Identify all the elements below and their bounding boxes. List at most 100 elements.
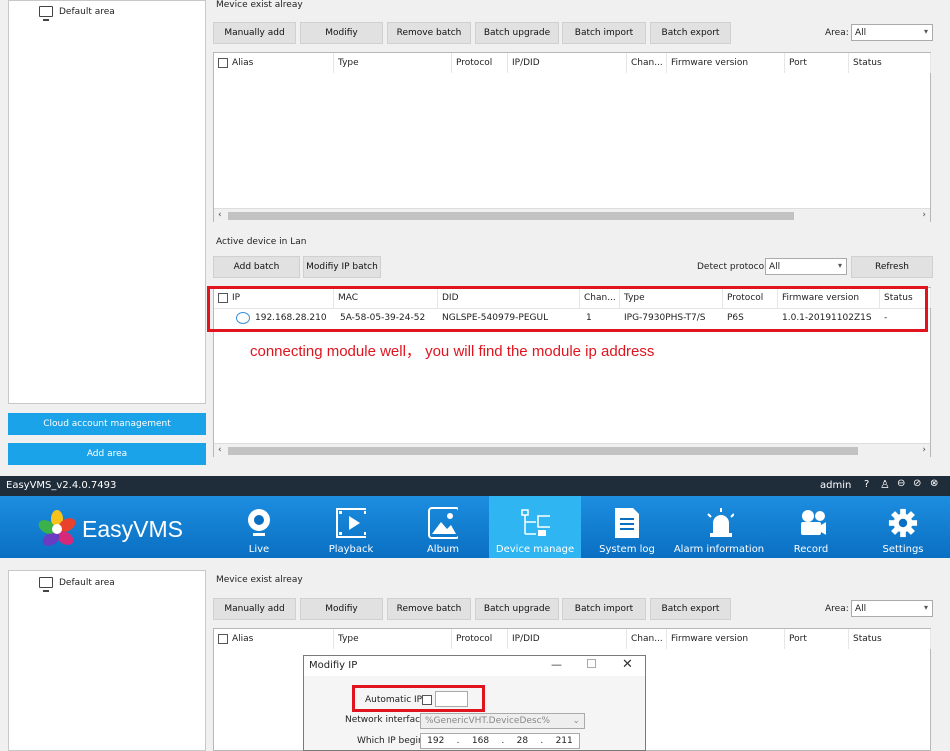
batch-import-button[interactable]: Batch import <box>562 22 646 44</box>
batch-upgrade-button[interactable]: Batch upgrade <box>475 598 559 620</box>
exist-section-label: Mevice exist alreay <box>216 575 303 585</box>
annotation-text: connecting module well， you will find th… <box>250 343 655 360</box>
nav-settings[interactable]: Settings <box>857 496 949 558</box>
chevron-down-icon: ▾ <box>923 603 928 612</box>
column-header-port[interactable]: Port <box>785 53 849 73</box>
column-header-protocol[interactable]: Protocol <box>452 53 508 73</box>
manually-add-button[interactable]: Manually add <box>213 598 296 620</box>
area-label: Area: <box>825 28 849 38</box>
column-header-alias[interactable]: Alias <box>214 53 334 73</box>
batch-upgrade-button[interactable]: Batch upgrade <box>475 22 559 44</box>
highlight-box-automatic-ip <box>352 685 485 712</box>
column-header-protocol[interactable]: Protocol <box>452 629 508 649</box>
area-label: Area: <box>825 604 849 614</box>
column-header-channel[interactable]: Chan... <box>627 629 667 649</box>
scroll-thumb[interactable] <box>228 212 794 220</box>
user-icon[interactable]: ♙ <box>880 478 890 491</box>
select-all-checkbox[interactable] <box>218 58 228 68</box>
minimize-icon[interactable]: — <box>551 658 562 671</box>
column-header-ipdid[interactable]: IP/DID <box>508 629 627 649</box>
column-header-firmware[interactable]: Firmware version <box>667 629 785 649</box>
area-select-value: All <box>855 603 867 614</box>
nav-device-manage[interactable]: Device manage <box>489 496 581 558</box>
brand-logo: EasyVMS <box>38 510 183 548</box>
nav-system-log[interactable]: System log <box>581 496 673 558</box>
column-header-type[interactable]: Type <box>334 53 452 73</box>
refresh-button[interactable]: Refresh <box>851 256 933 278</box>
dialog-title: Modifiy IP <box>309 660 358 671</box>
batch-export-button[interactable]: Batch export <box>650 598 731 620</box>
network-device-icon <box>520 508 550 538</box>
maximize-icon[interactable] <box>587 659 596 668</box>
nav-record[interactable]: Record <box>765 496 857 558</box>
highlight-box-device-row <box>207 286 928 332</box>
ip-octet-2[interactable]: 168 <box>472 736 489 746</box>
nav-album[interactable]: Album <box>397 496 489 558</box>
document-log-icon <box>612 508 642 538</box>
close-icon[interactable]: ⊗ <box>930 478 938 489</box>
minimize-icon[interactable]: ⊖ <box>897 478 905 489</box>
nav-alarm-information[interactable]: Alarm information <box>673 496 765 558</box>
column-header-type[interactable]: Type <box>334 629 452 649</box>
tree-item-default-area[interactable]: Default area <box>35 575 205 592</box>
alarm-light-icon <box>704 508 734 538</box>
close-icon[interactable]: ✕ <box>622 657 633 672</box>
detect-protocol-select[interactable]: All ▾ <box>765 258 847 275</box>
area-select[interactable]: All ▾ <box>851 24 933 41</box>
batch-export-button[interactable]: Batch export <box>650 22 731 44</box>
column-header-firmware[interactable]: Firmware version <box>667 53 785 73</box>
add-batch-button[interactable]: Add batch <box>213 256 300 278</box>
column-header-channel[interactable]: Chan... <box>627 53 667 73</box>
flower-logo-icon <box>38 510 76 546</box>
modify-button[interactable]: Modifiy <box>300 22 383 44</box>
scroll-left-icon[interactable]: ‹ <box>218 210 222 220</box>
main-navbar: EasyVMS Live Playback Album Device manag… <box>0 496 950 558</box>
recorder-icon <box>796 508 826 538</box>
remove-batch-button[interactable]: Remove batch <box>387 22 471 44</box>
ip-octet-1[interactable]: 192 <box>427 736 444 746</box>
area-tree: Default area <box>8 570 206 751</box>
nav-live[interactable]: Live <box>213 496 305 558</box>
ip-octet-4[interactable]: 211 <box>556 736 573 746</box>
app-title: EasyVMS_v2.4.0.7493 <box>6 480 117 491</box>
ip-begin-field[interactable]: 192. 168. 28. 211 <box>420 733 580 749</box>
scroll-right-icon[interactable]: › <box>922 210 926 220</box>
horizontal-scrollbar[interactable]: ‹ › <box>214 208 930 222</box>
monitor-icon <box>39 6 53 21</box>
nav-playback[interactable]: Playback <box>305 496 397 558</box>
cloud-account-button[interactable]: Cloud account management <box>8 413 206 435</box>
exist-device-table: Alias Type Protocol IP/DID Chan... Firmw… <box>213 52 931 222</box>
add-area-button[interactable]: Add area <box>8 443 206 465</box>
area-select[interactable]: All ▾ <box>851 600 933 617</box>
column-header-status[interactable]: Status <box>849 629 931 649</box>
tree-item-default-area[interactable]: Default area <box>35 4 205 21</box>
select-all-checkbox[interactable] <box>218 634 228 644</box>
detect-protocol-value: All <box>769 261 781 272</box>
network-interface-select[interactable]: %GenericVHT.DeviceDesc% ⌄ <box>420 713 585 729</box>
modify-ip-dialog: Modifiy IP — ✕ Automatic IP Network inte… <box>303 655 646 751</box>
tree-item-label: Default area <box>59 6 115 17</box>
scroll-right-icon[interactable]: › <box>922 445 926 455</box>
manually-add-button[interactable]: Manually add <box>213 22 296 44</box>
remove-batch-button[interactable]: Remove batch <box>387 598 471 620</box>
column-header-port[interactable]: Port <box>785 629 849 649</box>
modify-ip-batch-button[interactable]: Modifiy IP batch <box>303 256 381 278</box>
ip-octet-3[interactable]: 28 <box>517 736 528 746</box>
help-icon[interactable]: ? <box>864 479 869 490</box>
column-header-status[interactable]: Status <box>849 53 931 73</box>
horizontal-scrollbar[interactable]: ‹ › <box>214 443 930 457</box>
scroll-thumb[interactable] <box>228 447 858 455</box>
which-ip-begin-label: Which IP begin <box>357 736 424 746</box>
tree-item-label: Default area <box>59 577 115 588</box>
dialog-title-bar: Modifiy IP — ✕ <box>304 656 645 676</box>
monitor-icon <box>39 577 53 592</box>
film-play-icon <box>336 508 366 538</box>
chevron-down-icon: ▾ <box>837 261 842 270</box>
webcam-icon <box>244 508 274 538</box>
column-header-alias[interactable]: Alias <box>214 629 334 649</box>
restore-icon[interactable]: ⊘ <box>913 478 921 489</box>
scroll-left-icon[interactable]: ‹ <box>218 445 222 455</box>
batch-import-button[interactable]: Batch import <box>562 598 646 620</box>
modify-button[interactable]: Modifiy <box>300 598 383 620</box>
column-header-ipdid[interactable]: IP/DID <box>508 53 627 73</box>
